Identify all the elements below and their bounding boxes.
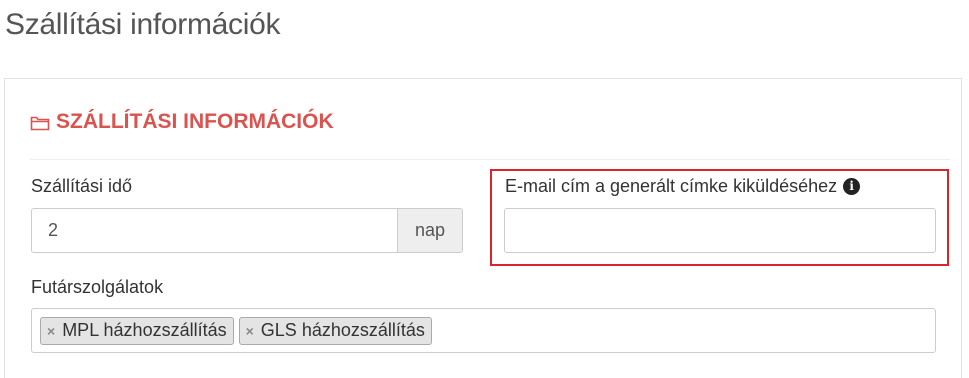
email-label: E-mail cím a generált címke kiküldéséhez… (505, 176, 861, 197)
courier-tag: × MPL házhozszállítás (40, 316, 234, 345)
email-input[interactable] (504, 208, 936, 253)
couriers-label: Futárszolgálatok (31, 277, 164, 297)
folder-icon (30, 114, 50, 131)
delivery-time-label: Szállítási idő (31, 176, 133, 196)
courier-tag-label: GLS házhozszállítás (260, 320, 425, 340)
email-label-text: E-mail cím a generált címke kiküldéséhez (505, 176, 838, 196)
page-title: Szállítási információk (5, 8, 281, 41)
divider (30, 159, 950, 160)
delivery-time-unit: nap (397, 208, 463, 253)
delivery-time-input[interactable]: 2 (31, 208, 397, 253)
remove-icon[interactable]: × (47, 323, 55, 339)
info-icon[interactable]: i (843, 178, 861, 195)
section-heading: SZÁLLÍTÁSI INFORMÁCIÓK (30, 110, 334, 134)
remove-icon[interactable]: × (246, 323, 254, 339)
section-heading-text: SZÁLLÍTÁSI INFORMÁCIÓK (56, 110, 334, 133)
couriers-multiselect[interactable]: × MPL házhozszállítás × GLS házhozszállí… (31, 308, 936, 353)
delivery-time-group: 2 nap (31, 208, 463, 253)
courier-tag: × GLS házhozszállítás (238, 316, 432, 345)
courier-tag-label: MPL házhozszállítás (62, 320, 227, 340)
